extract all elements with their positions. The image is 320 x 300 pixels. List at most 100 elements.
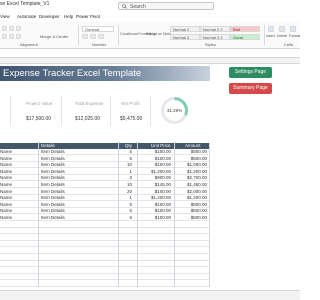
table-row[interactable] — [0, 248, 210, 254]
delete-button[interactable]: Delete — [277, 34, 287, 38]
conditional-formatting-button[interactable]: Conditional Formatting — [120, 32, 155, 36]
table-row[interactable] — [0, 274, 210, 281]
format-as-table-button[interactable]: Format as Table — [146, 32, 171, 36]
table-row[interactable] — [0, 261, 210, 268]
cell-amount: $500.00 — [190, 215, 207, 220]
table-row[interactable]: Name Item Details 1 $1,200.00 $1,200.00 — [0, 169, 210, 175]
align-right-button[interactable] — [16, 34, 21, 39]
table-row[interactable] — [0, 255, 210, 261]
cell-qty: 10 — [126, 162, 132, 168]
cell-qty: 5 — [129, 215, 132, 220]
align-left-button[interactable] — [2, 34, 7, 39]
summary-page-button[interactable]: Summary Page — [229, 83, 272, 94]
format-icon[interactable] — [290, 26, 296, 32]
cell-details: Item Details — [41, 215, 65, 220]
profit-margin-donut: 31.29% — [161, 97, 188, 124]
menu-help[interactable]: Help — [64, 14, 73, 19]
table-row[interactable]: Name Item Details 5 $100.00 $500.00 — [0, 215, 210, 221]
style-good[interactable]: Good — [230, 34, 260, 40]
style-normal-3-2[interactable]: Normal 3 2 — [200, 34, 230, 40]
table-row[interactable] — [0, 235, 210, 241]
cell-name: Name — [0, 155, 13, 161]
cell-unit-price: $100.00 — [154, 215, 171, 220]
table-row[interactable]: Name Item Details 1 $1,200.00 $1,200.00 — [0, 195, 210, 202]
table-row[interactable] — [0, 241, 210, 248]
delete-icon[interactable] — [279, 26, 285, 32]
table-row[interactable]: Name Item Details 10 $145.00 $1,450.00 — [0, 182, 210, 188]
table-row[interactable]: Name Item Details 5 $100.00 $500.00 — [0, 156, 210, 162]
cell-details: Item Details — [41, 162, 65, 168]
worksheet[interactable]: Expense Tracker Excel Template Settings … — [0, 64, 300, 290]
insert-icon[interactable] — [268, 26, 274, 32]
menu-view[interactable]: View — [0, 14, 10, 19]
cell-details: Item Details — [41, 195, 65, 201]
merge-center-button[interactable]: Merge & Center — [40, 34, 68, 39]
cell-unit-price: $1,200.00 — [150, 195, 171, 201]
cell-amount: $500.00 — [190, 155, 207, 161]
cell-name: Name — [0, 182, 13, 187]
align-bottom-button[interactable] — [16, 26, 21, 31]
table-row[interactable]: Name Item Details 10 $100.00 $1,000.00 — [0, 162, 210, 169]
title-banner: Expense Tracker Excel Template — [0, 66, 210, 81]
sheet-title: Expense Tracker Excel Template — [3, 68, 142, 79]
cell-unit-price: $100.00 — [154, 162, 171, 168]
search-box[interactable]: Search — [118, 2, 214, 10]
format-button[interactable]: Format — [289, 34, 300, 38]
table-row[interactable]: Name Item Details 3 $900.00 $2,700.00 — [0, 175, 210, 182]
cell-qty: 5 — [129, 149, 132, 154]
cell-name: Name — [0, 188, 13, 194]
table-row[interactable] — [0, 281, 210, 287]
table-row[interactable]: Name Item Details 5 $100.00 $500.00 — [0, 149, 210, 155]
search-placeholder: Search — [130, 4, 146, 10]
cell-details: Item Details — [41, 182, 65, 187]
number-format-value: General — [85, 27, 100, 32]
cell-unit-price: $100.00 — [154, 188, 171, 194]
style-normal-3[interactable]: Normal 3 — [170, 34, 200, 40]
cell-amount: $1,200.00 — [186, 168, 207, 174]
table-row[interactable] — [0, 268, 210, 274]
settings-page-button[interactable]: Settings Page — [229, 67, 272, 78]
ribbon: Merge & Center Alignment General Number … — [0, 22, 300, 49]
table-row[interactable]: Name Item Details 20 $100.00 $2,000.00 — [0, 189, 210, 195]
percent-button[interactable] — [90, 34, 96, 39]
sheet-tab-bar[interactable] — [0, 290, 300, 300]
style-bad[interactable]: Bad — [230, 26, 260, 32]
style-normal-2-2[interactable]: Normal 2 2 — [200, 26, 230, 32]
cell-amount: $500.00 — [190, 149, 207, 154]
ribbon-separator — [78, 25, 79, 45]
cell-qty: 5 — [129, 201, 132, 207]
cell-qty: 20 — [126, 188, 132, 194]
menu-power-pivot[interactable]: Power Pivot — [76, 14, 100, 19]
number-format-select[interactable]: General — [82, 26, 114, 32]
align-top-button[interactable] — [2, 26, 7, 31]
align-middle-button[interactable] — [9, 26, 14, 31]
style-normal-2[interactable]: Normal 2 — [170, 26, 200, 32]
align-center-button[interactable] — [9, 34, 14, 39]
column-divider — [174, 143, 175, 287]
column-divider — [118, 143, 119, 287]
cell-unit-price: $100.00 — [154, 208, 171, 214]
cell-details: Item Details — [41, 188, 65, 194]
insert-button[interactable]: Insert — [266, 34, 275, 38]
cell-name: Name — [0, 195, 13, 201]
table-row[interactable]: Name Item Details 5 $100.00 $500.00 — [0, 208, 210, 215]
menu-automate[interactable]: Automate — [17, 14, 36, 19]
table-row[interactable]: Name Item Details 5 $100.00 $500.00 — [0, 202, 210, 208]
number-group-label: Number — [92, 42, 107, 47]
cell-qty: 5 — [129, 155, 132, 161]
kpi-project-value-label: Project Value — [26, 101, 53, 106]
table-row[interactable] — [0, 222, 210, 228]
table-row[interactable] — [0, 228, 210, 235]
ribbon-separator — [118, 25, 119, 45]
comma-button[interactable] — [98, 34, 104, 39]
search-icon — [122, 4, 127, 9]
menu-developer[interactable]: Developer — [39, 14, 60, 19]
kpi-divider — [110, 96, 111, 126]
cell-details: Item Details — [41, 168, 65, 174]
kpi-divider — [10, 96, 11, 126]
cell-amount: $2,000.00 — [186, 188, 207, 194]
currency-button[interactable] — [82, 34, 88, 39]
alignment-group-label: Alignment — [20, 42, 38, 47]
ribbon-separator — [264, 25, 265, 45]
formula-bar[interactable] — [0, 49, 300, 58]
